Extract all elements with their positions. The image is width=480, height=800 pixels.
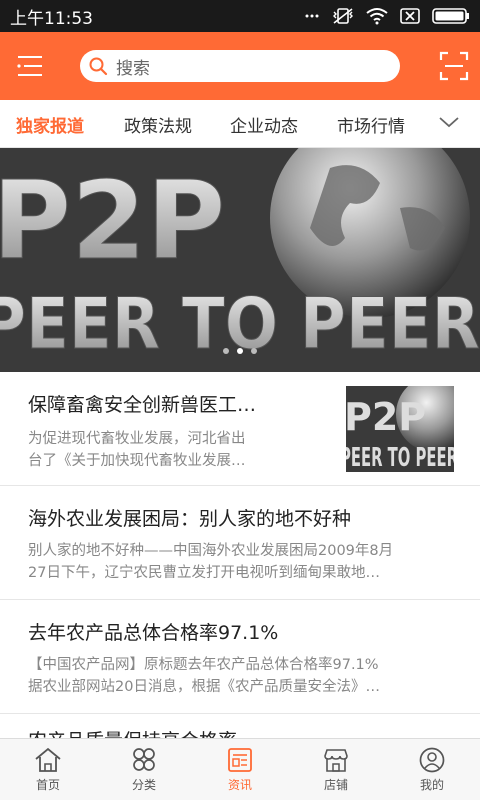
- svg-text:P2P: P2P: [0, 159, 225, 284]
- news-title: 去年农产品总体合格率97.1%: [28, 622, 279, 644]
- vibrate-icon: [333, 8, 353, 24]
- category-tabs: 独家报道 政策法规 企业动态 市场行情: [0, 100, 480, 148]
- tab-exclusive[interactable]: 独家报道: [16, 112, 84, 137]
- search-input[interactable]: 搜索: [80, 50, 400, 82]
- signal-icon: [305, 14, 319, 18]
- news-item[interactable]: 保障畜禽安全创新兽医工… 为促进现代畜牧业发展，河北省出 台了《关于加快现代畜牧…: [0, 372, 480, 486]
- nav-home[interactable]: 首页: [0, 739, 96, 800]
- status-bar: 上午11:53: [0, 0, 480, 32]
- nav-store[interactable]: 店铺: [288, 739, 384, 800]
- scan-button[interactable]: [436, 48, 472, 84]
- profile-icon: [419, 747, 445, 772]
- status-time: 上午11:53: [10, 8, 93, 29]
- tab-company-news[interactable]: 企业动态: [230, 112, 298, 137]
- carousel-dots: [0, 348, 480, 354]
- nav-news[interactable]: 资讯: [192, 739, 288, 800]
- carousel-dot[interactable]: [223, 348, 229, 354]
- nav-profile[interactable]: 我的: [384, 739, 480, 800]
- news-title: 海外农业发展困局：别人家的地不好种: [28, 508, 352, 530]
- nav-category-label: 分类: [131, 777, 156, 792]
- news-icon: [228, 747, 252, 772]
- status-icons: [304, 7, 470, 25]
- news-desc: 【中国农产品网】原标题去年农产品总体合格率97.1% 据农业部网站20日消息，根…: [28, 657, 380, 695]
- svg-text:P2P: P2P: [346, 395, 426, 439]
- search-placeholder: 搜索: [116, 58, 150, 79]
- nav-profile-label: 我的: [419, 777, 444, 792]
- category-icon: [133, 747, 155, 771]
- carousel-dot[interactable]: [251, 348, 257, 354]
- nav-category[interactable]: 分类: [96, 739, 192, 800]
- news-title: 保障畜禽安全创新兽医工…: [28, 394, 257, 416]
- carousel-dot-active[interactable]: [237, 348, 243, 354]
- tab-policy[interactable]: 政策法规: [124, 112, 192, 137]
- app-header: 搜索: [0, 32, 480, 100]
- banner-carousel[interactable]: P2P PEER TO PEER: [0, 148, 480, 372]
- search-icon: [89, 57, 108, 76]
- news-desc: 为促进现代畜牧业发展，河北省出 台了《关于加快现代畜牧业发展…: [28, 431, 246, 469]
- menu-icon: [17, 56, 42, 76]
- menu-button[interactable]: [0, 32, 60, 100]
- news-desc: 别人家的地不好种——中国海外农业发展困局2009年8月 27日下午，辽宁农民曹立…: [28, 543, 394, 581]
- store-icon: [324, 748, 348, 772]
- svg-text:PEER TO PEER: PEER TO PEER: [346, 443, 454, 472]
- banner-image: P2P PEER TO PEER: [0, 148, 480, 372]
- wifi-icon: [366, 8, 388, 25]
- no-sim-icon: [400, 8, 420, 24]
- nav-store-label: 店铺: [323, 777, 348, 792]
- bottom-nav: 首页 分类 资讯 店铺 我的: [0, 738, 480, 800]
- chevron-down-icon[interactable]: [438, 114, 460, 130]
- news-item[interactable]: 海外农业发展困局：别人家的地不好种 别人家的地不好种——中国海外农业发展困局20…: [0, 486, 480, 600]
- tab-market[interactable]: 市场行情: [337, 112, 405, 137]
- news-thumbnail: P2P PEER TO PEER: [346, 386, 454, 472]
- battery-icon: [432, 8, 469, 24]
- home-icon: [35, 747, 61, 772]
- nav-news-label: 资讯: [227, 777, 252, 792]
- news-item[interactable]: 去年农产品总体合格率97.1% 【中国农产品网】原标题去年农产品总体合格率97.…: [0, 600, 480, 714]
- scan-icon: [439, 51, 469, 81]
- nav-home-label: 首页: [35, 777, 60, 792]
